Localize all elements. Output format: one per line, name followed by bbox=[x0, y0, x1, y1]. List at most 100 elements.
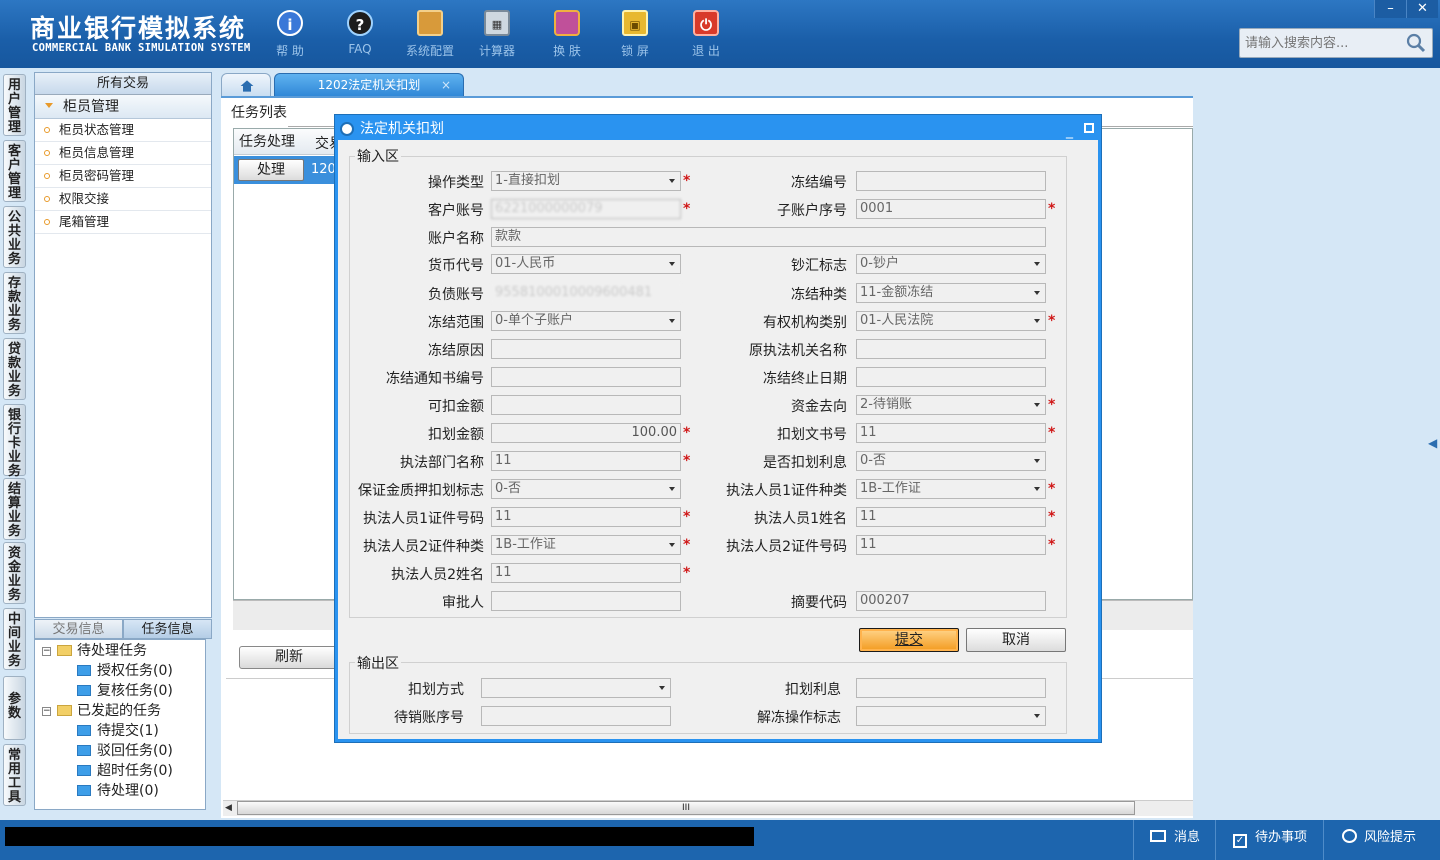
off2-id-no-field[interactable]: 11 bbox=[856, 535, 1046, 555]
tree-node-auth[interactable]: 授权任务(0) bbox=[77, 661, 173, 681]
calculator-button[interactable]: ▦ 计算器 bbox=[467, 8, 527, 62]
refresh-button[interactable]: 刷新 bbox=[239, 646, 339, 669]
deduct-interest-select[interactable]: 0-否 bbox=[856, 451, 1046, 471]
dept-name-field[interactable]: 11 bbox=[491, 451, 681, 471]
nav-loan-business[interactable]: 贷款业务 bbox=[3, 338, 26, 400]
fund-dest-select[interactable]: 2-待销账 bbox=[856, 395, 1046, 415]
tab-close-icon[interactable]: × bbox=[441, 74, 451, 96]
nav-customer-management[interactable]: 客户管理 bbox=[3, 140, 26, 202]
tree-node-timeout[interactable]: 超时任务(0) bbox=[77, 761, 173, 781]
deductible-field[interactable] bbox=[491, 395, 681, 415]
system-config-button[interactable]: 系统配置 bbox=[400, 8, 460, 62]
off1-id-no-field[interactable]: 11 bbox=[491, 507, 681, 527]
tree-item-cash-box[interactable]: 尾箱管理 bbox=[35, 211, 211, 234]
close-window-button[interactable]: ✕ bbox=[1406, 0, 1438, 18]
nav-fund-business[interactable]: 资金业务 bbox=[3, 542, 26, 604]
off1-id-type-select[interactable]: 1B-工作证 bbox=[856, 479, 1046, 499]
tab-legal-deduction[interactable]: 1202法定机关扣划 × bbox=[274, 73, 464, 97]
tree-node-to-submit[interactable]: 待提交(1) bbox=[77, 721, 159, 741]
scroll-thumb[interactable]: III bbox=[237, 801, 1135, 815]
bullet-icon bbox=[44, 127, 50, 133]
dropdown-arrow-icon bbox=[669, 262, 675, 266]
fund-dest-label: 资金去向 bbox=[791, 399, 847, 415]
pending-seq-field[interactable] bbox=[481, 706, 671, 726]
doc-no-field[interactable]: 11 bbox=[856, 423, 1046, 443]
tree-group-teller-management[interactable]: 柜员管理 bbox=[35, 95, 211, 119]
sub-acct-no-field[interactable]: 0001 bbox=[856, 199, 1046, 219]
nav-public-business[interactable]: 公共业务 bbox=[3, 206, 26, 268]
dialog-titlebar[interactable]: 法定机关扣划 _ bbox=[338, 118, 1098, 140]
process-button[interactable]: 处理 bbox=[238, 159, 304, 181]
off1-name-field[interactable]: 11 bbox=[856, 507, 1046, 527]
tree-node-review[interactable]: 复核任务(0) bbox=[77, 681, 173, 701]
faq-button[interactable]: ? FAQ bbox=[330, 8, 390, 62]
minimize-button[interactable]: – bbox=[1374, 0, 1406, 18]
nav-intermediary-business[interactable]: 中间业务 bbox=[3, 608, 26, 670]
todo-button[interactable]: ✓ 待办事项 bbox=[1233, 826, 1307, 850]
freeze-no-field[interactable] bbox=[856, 171, 1046, 191]
deduct-amt-label: 扣划金额 bbox=[428, 427, 484, 443]
tree-item-permission-handover[interactable]: 权限交接 bbox=[35, 188, 211, 211]
off2-name-field[interactable]: 11 bbox=[491, 563, 681, 583]
search-input[interactable] bbox=[1240, 29, 1405, 57]
dialog-minimize-button[interactable]: _ bbox=[1066, 120, 1073, 142]
tree-header[interactable]: 所有交易 bbox=[35, 73, 211, 95]
deduct-int-out-field[interactable] bbox=[856, 678, 1046, 698]
tree-node-pending[interactable]: 待处理任务 bbox=[57, 641, 147, 661]
tab-home[interactable] bbox=[221, 73, 271, 97]
tree-item-teller-info[interactable]: 柜员信息管理 bbox=[35, 142, 211, 165]
cash-flag-select[interactable]: 0-钞户 bbox=[856, 254, 1046, 274]
summary-code-field[interactable]: 000207 bbox=[856, 591, 1046, 611]
off2-id-type-select[interactable]: 1B-工作证 bbox=[491, 535, 681, 555]
notice-no-field[interactable] bbox=[491, 367, 681, 387]
node-label: 待提交(1) bbox=[97, 723, 159, 739]
nav-deposit-business[interactable]: 存款业务 bbox=[3, 272, 26, 334]
deduct-amt-field[interactable]: 100.00 bbox=[491, 423, 681, 443]
freeze-scope-select[interactable]: 0-单个子账户 bbox=[491, 311, 681, 331]
tree-node-initiated[interactable]: 已发起的任务 bbox=[57, 701, 161, 721]
lock-screen-button[interactable]: ▣ 锁 屏 bbox=[605, 8, 665, 62]
nav-parameters[interactable]: 参数 bbox=[3, 676, 26, 740]
op-type-select[interactable]: 1-直接扣划 bbox=[491, 171, 681, 191]
currency-select[interactable]: 01-人民币 bbox=[491, 254, 681, 274]
collapse-icon[interactable]: − bbox=[42, 647, 51, 656]
unfreeze-flag-select[interactable] bbox=[856, 706, 1046, 726]
debt-acct-field[interactable]: 9558100010009600481 bbox=[491, 283, 681, 303]
freeze-type-select[interactable]: 11-金额冻结 bbox=[856, 283, 1046, 303]
cancel-button[interactable]: 取消 bbox=[966, 628, 1066, 652]
nav-common-tools[interactable]: 常用工具 bbox=[3, 744, 26, 806]
orig-org-name-field[interactable] bbox=[856, 339, 1046, 359]
help-button[interactable]: i 帮 助 bbox=[260, 8, 320, 62]
tree-node-rejected[interactable]: 驳回任务(0) bbox=[77, 741, 173, 761]
nav-card-business[interactable]: 银行卡业务 bbox=[3, 404, 26, 479]
scroll-left-icon[interactable]: ◀ bbox=[225, 803, 232, 813]
collapse-right-icon[interactable]: ◀ bbox=[1428, 436, 1437, 450]
tab-transaction-info[interactable]: 交易信息 bbox=[34, 619, 123, 639]
deduct-method-select[interactable] bbox=[481, 678, 671, 698]
messages-button[interactable]: 消息 bbox=[1150, 826, 1200, 850]
off2-id-type-value: 1B-工作证 bbox=[495, 537, 556, 552]
margin-flag-select[interactable]: 0-否 bbox=[491, 479, 681, 499]
tree-item-teller-password[interactable]: 柜员密码管理 bbox=[35, 165, 211, 188]
nav-settlement-business[interactable]: 结算业务 bbox=[3, 478, 26, 540]
end-date-field[interactable] bbox=[856, 367, 1046, 387]
off2-id-type-label: 执法人员2证件种类 bbox=[363, 539, 484, 555]
skin-button[interactable]: 换 肤 bbox=[537, 8, 597, 62]
acct-name-field[interactable]: 款款 bbox=[491, 227, 1046, 247]
tree-item-teller-status[interactable]: 柜员状态管理 bbox=[35, 119, 211, 142]
dialog-maximize-button[interactable] bbox=[1084, 123, 1094, 133]
approver-field[interactable] bbox=[491, 591, 681, 611]
risk-alert-button[interactable]: 风险提示 bbox=[1342, 826, 1416, 850]
tree-node-to-process[interactable]: 待处理(0) bbox=[77, 781, 159, 801]
collapse-icon[interactable]: − bbox=[42, 707, 51, 716]
submit-button[interactable]: 提交 bbox=[859, 628, 959, 652]
deduct-int-out-label: 扣划利息 bbox=[785, 682, 841, 698]
cust-acct-field[interactable]: 6221000000079 bbox=[491, 199, 681, 219]
tab-task-info[interactable]: 任务信息 bbox=[123, 619, 212, 639]
org-type-select[interactable]: 01-人民法院 bbox=[856, 311, 1046, 331]
sub-acct-no-label: 子账户序号 bbox=[777, 203, 847, 219]
freeze-reason-field[interactable] bbox=[491, 339, 681, 359]
exit-button[interactable]: ⏻ 退 出 bbox=[676, 8, 736, 62]
search-icon[interactable] bbox=[1406, 33, 1426, 53]
nav-user-management[interactable]: 用户管理 bbox=[3, 74, 26, 136]
